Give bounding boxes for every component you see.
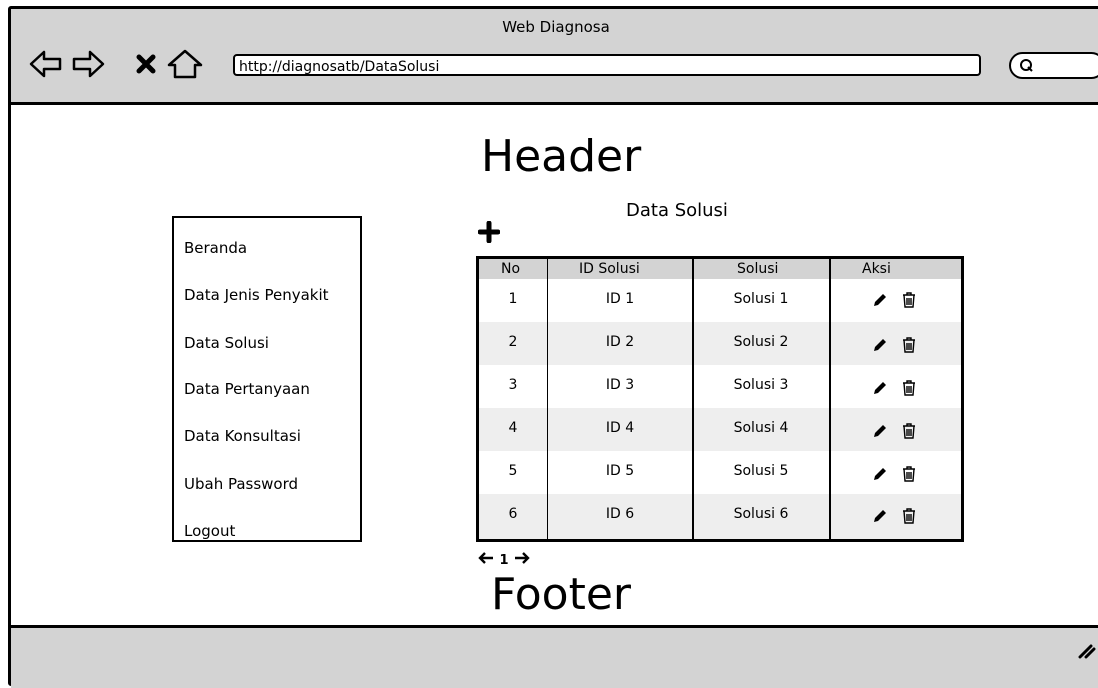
table-row: 4 ID 4 Solusi 4 xyxy=(479,408,961,451)
trash-icon[interactable] xyxy=(900,422,918,440)
home-icon[interactable] xyxy=(167,49,203,79)
pencil-icon[interactable] xyxy=(871,291,889,309)
cell-id-solusi: ID 3 xyxy=(605,377,635,393)
column-divider xyxy=(829,259,831,539)
pagination: 1 xyxy=(477,551,531,569)
cell-no: 5 xyxy=(508,463,518,479)
cell-id-solusi: ID 2 xyxy=(605,334,635,350)
search-icon xyxy=(1020,59,1033,72)
sidebar-item-ubah-password[interactable]: Ubah Password xyxy=(184,475,298,493)
browser-search-field[interactable] xyxy=(1009,52,1098,79)
forward-arrow-icon[interactable] xyxy=(71,49,105,79)
prev-page-arrow-icon[interactable] xyxy=(477,551,495,569)
cell-no: 2 xyxy=(508,334,518,350)
trash-icon[interactable] xyxy=(900,465,918,483)
column-header-aksi: Aksi xyxy=(862,261,891,277)
row-actions xyxy=(871,379,918,401)
cell-solusi: Solusi 1 xyxy=(733,291,789,307)
section-title: Data Solusi xyxy=(626,200,728,221)
sidebar-item-logout[interactable]: Logout xyxy=(184,522,235,540)
row-actions xyxy=(871,465,918,487)
browser-window: Web Diagnosa http://diagnosatb/DataSolus… xyxy=(8,6,1098,688)
table-row: 2 ID 2 Solusi 2 xyxy=(479,322,961,365)
pencil-icon[interactable] xyxy=(871,379,889,397)
sidebar-item-beranda[interactable]: Beranda xyxy=(184,239,247,257)
table-row: 1 ID 1 Solusi 1 xyxy=(479,279,961,322)
table-row: 6 ID 6 Solusi 6 xyxy=(479,494,961,539)
cell-solusi: Solusi 2 xyxy=(733,334,789,350)
cell-solusi: Solusi 6 xyxy=(733,506,789,522)
pencil-icon[interactable] xyxy=(871,336,889,354)
pencil-icon[interactable] xyxy=(871,507,889,525)
browser-toolbar: Web Diagnosa http://diagnosatb/DataSolus… xyxy=(11,9,1098,105)
plus-icon[interactable] xyxy=(478,221,500,243)
cell-id-solusi: ID 5 xyxy=(605,463,635,479)
sidebar-item-data-jenis-penyakit[interactable]: Data Jenis Penyakit xyxy=(184,286,329,304)
cell-id-solusi: ID 4 xyxy=(605,420,635,436)
cell-no: 6 xyxy=(508,506,518,522)
resize-handle-icon[interactable] xyxy=(1077,639,1097,659)
trash-icon[interactable] xyxy=(900,291,918,309)
row-actions xyxy=(871,291,918,313)
window-title: Web Diagnosa xyxy=(502,18,610,36)
sidebar-item-data-pertanyaan[interactable]: Data Pertanyaan xyxy=(184,380,310,398)
column-divider xyxy=(547,259,548,539)
cell-id-solusi: ID 6 xyxy=(605,506,635,522)
next-page-arrow-icon[interactable] xyxy=(513,551,531,569)
cell-no: 1 xyxy=(508,291,518,307)
page-number[interactable]: 1 xyxy=(500,553,509,568)
back-arrow-icon[interactable] xyxy=(29,49,63,79)
solusi-table: No ID Solusi Solusi Aksi 1 ID 1 Solusi 1… xyxy=(476,256,964,542)
sidebar-menu: Beranda Data Jenis Penyakit Data Solusi … xyxy=(172,216,362,542)
sidebar-item-data-konsultasi[interactable]: Data Konsultasi xyxy=(184,427,301,445)
cell-no: 3 xyxy=(508,377,518,393)
cell-solusi: Solusi 3 xyxy=(733,377,789,393)
cell-id-solusi: ID 1 xyxy=(605,291,635,307)
close-icon[interactable] xyxy=(135,49,157,79)
address-bar[interactable]: http://diagnosatb/DataSolusi xyxy=(233,54,981,76)
pencil-icon[interactable] xyxy=(871,422,889,440)
browser-status-bar xyxy=(11,625,1098,688)
cell-solusi: Solusi 4 xyxy=(733,420,789,436)
trash-icon[interactable] xyxy=(900,336,918,354)
column-header-no: No xyxy=(501,261,521,277)
page-header: Header xyxy=(481,131,642,182)
table-row: 3 ID 3 Solusi 3 xyxy=(479,365,961,408)
row-actions xyxy=(871,336,918,358)
column-header-id-solusi: ID Solusi xyxy=(579,261,640,277)
pencil-icon[interactable] xyxy=(871,465,889,483)
sidebar-item-data-solusi[interactable]: Data Solusi xyxy=(184,334,269,352)
table-header: No ID Solusi Solusi Aksi xyxy=(479,259,961,279)
page-footer: Footer xyxy=(491,569,631,620)
cell-no: 4 xyxy=(508,420,518,436)
cell-solusi: Solusi 5 xyxy=(733,463,789,479)
row-actions xyxy=(871,422,918,444)
column-divider xyxy=(692,259,694,539)
column-header-solusi: Solusi xyxy=(737,261,779,277)
trash-icon[interactable] xyxy=(900,379,918,397)
trash-icon[interactable] xyxy=(900,507,918,525)
row-actions xyxy=(871,507,918,529)
table-row: 5 ID 5 Solusi 5 xyxy=(479,451,961,494)
